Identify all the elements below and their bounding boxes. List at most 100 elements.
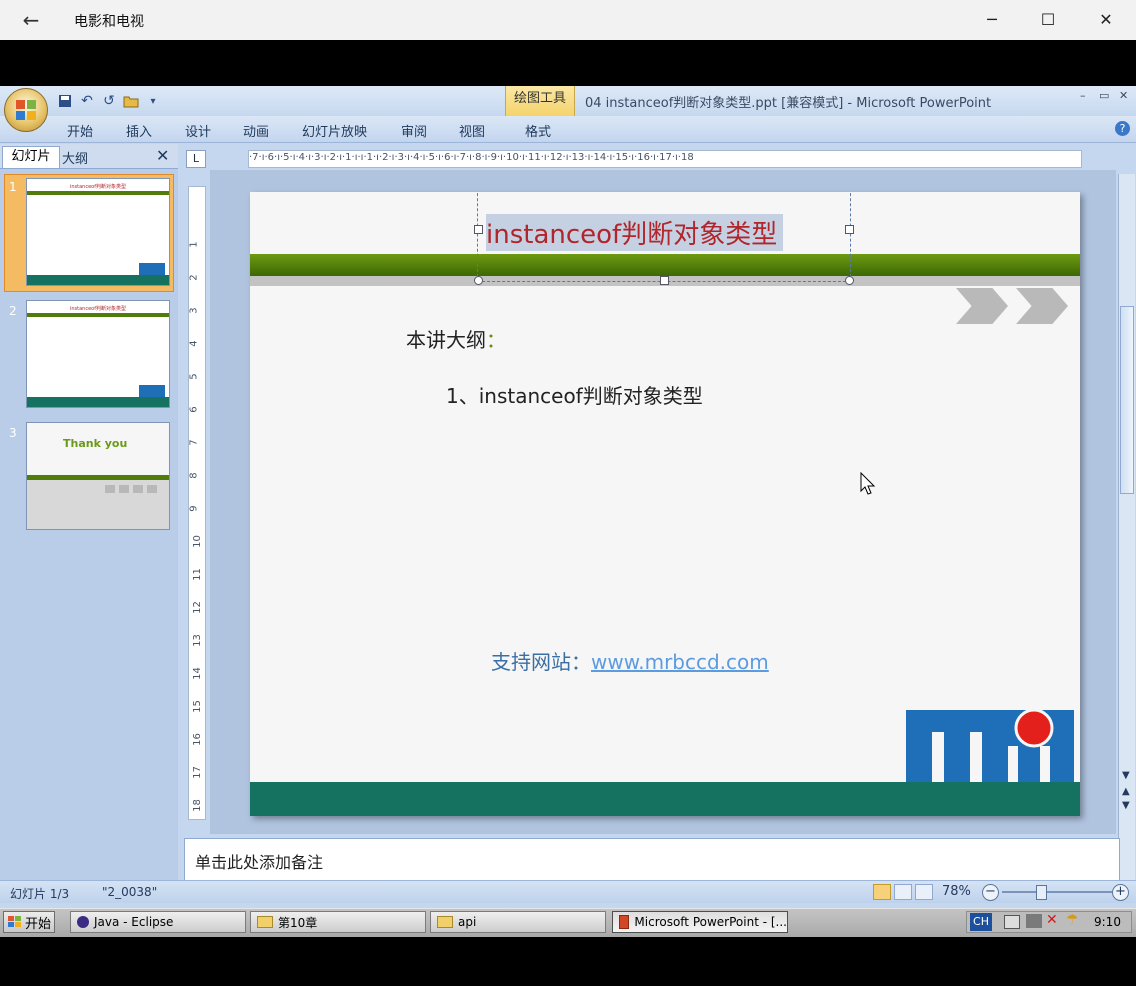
undo-icon[interactable]: ↶ — [78, 92, 96, 110]
security-alert-icon[interactable]: ✕ — [1046, 912, 1058, 928]
taskbar-item-api[interactable]: api — [430, 911, 606, 933]
tab-stop-selector[interactable]: L — [186, 150, 206, 168]
input-method-indicator[interactable]: CH — [970, 913, 992, 931]
tab-outline[interactable]: 大纲 — [62, 148, 88, 167]
start-button[interactable]: 开始 — [3, 911, 55, 933]
taskbar-item-label: api — [458, 915, 477, 929]
quick-access-toolbar: ↶ ↺ ▾ — [56, 91, 162, 111]
vertical-ruler-number: 8 — [188, 472, 200, 479]
resize-handle[interactable] — [474, 276, 483, 285]
slide-thumbnail-3[interactable]: Thank you — [26, 422, 170, 530]
redo-icon[interactable]: ↺ — [100, 92, 118, 110]
tab-animation[interactable]: 动画 — [243, 121, 269, 140]
zoom-level[interactable]: 78% — [942, 884, 971, 899]
maximize-icon[interactable]: ☐ — [1020, 0, 1076, 40]
thumbnail-chevrons — [105, 485, 161, 493]
thumbnail-number: 3 — [9, 426, 17, 440]
customize-qat-icon[interactable]: ▾ — [144, 92, 162, 110]
document-title: 04 instanceof判断对象类型.ppt [兼容模式] - Microso… — [585, 96, 992, 111]
slide-sorter-view-icon[interactable] — [894, 884, 912, 900]
vertical-ruler-number: 11 — [191, 568, 203, 581]
eclipse-icon — [77, 916, 89, 928]
network-icon[interactable] — [1026, 914, 1042, 928]
title-selection-box[interactable] — [474, 192, 854, 285]
vertical-ruler-number: 13 — [191, 634, 203, 647]
ribbon-close-icon[interactable]: ✕ — [1119, 89, 1128, 102]
close-pane-icon[interactable]: ✕ — [156, 146, 169, 165]
chevron-decoration — [956, 288, 1008, 324]
vertical-ruler-number: 12 — [191, 601, 203, 614]
taskbar-item-label: Java - Eclipse — [94, 915, 174, 929]
tab-home[interactable]: 开始 — [67, 121, 93, 140]
next-slide-icon[interactable]: ▼ — [1122, 800, 1130, 811]
slide-canvas[interactable]: instanceof判断对象类型 本讲大纲： 1、instanceof判断对象类… — [250, 192, 1080, 816]
vertical-ruler-number: 14 — [191, 667, 203, 680]
zoom-slider-thumb[interactable] — [1036, 885, 1047, 900]
outline-item[interactable]: 1、instanceof判断对象类型 — [446, 380, 703, 409]
vertical-ruler-number: 16 — [191, 733, 203, 746]
thumbnail-greenbar — [27, 313, 169, 317]
slideshow-view-icon[interactable] — [915, 884, 933, 900]
keyboard-icon[interactable] — [1004, 915, 1020, 929]
resize-handle[interactable] — [474, 225, 483, 234]
vertical-ruler-number: 2 — [188, 274, 200, 281]
taskbar-item-chapter10[interactable]: 第10章 — [250, 911, 426, 933]
tab-view[interactable]: 视图 — [459, 121, 485, 140]
scrollbar-thumb[interactable] — [1120, 306, 1134, 494]
vertical-ruler-number: 7 — [188, 439, 200, 446]
close-icon[interactable]: ✕ — [1078, 0, 1134, 40]
zoom-in-icon[interactable]: + — [1112, 884, 1129, 901]
tab-insert[interactable]: 插入 — [126, 121, 152, 140]
help-icon[interactable]: ? — [1115, 121, 1130, 136]
outline-heading[interactable]: 本讲大纲： — [406, 324, 506, 353]
thumbnail-bottombar — [27, 397, 169, 407]
normal-view-icon[interactable] — [873, 884, 891, 900]
ribbon-restore-icon[interactable]: ▭ — [1099, 89, 1109, 102]
vertical-ruler-number: 6 — [188, 406, 200, 413]
back-arrow-icon[interactable]: ← — [14, 6, 48, 34]
notes-pane[interactable]: 单击此处添加备注 — [184, 838, 1120, 882]
thumbnail-logo — [139, 263, 165, 275]
tab-format[interactable]: 格式 — [525, 121, 551, 140]
status-bar: 幻灯片 1/3 "2_0038" 78% − + — [0, 880, 1136, 903]
tab-slideshow[interactable]: 幻灯片放映 — [302, 121, 367, 140]
thumbnail-greenbar — [27, 475, 169, 480]
resize-handle[interactable] — [845, 276, 854, 285]
minimize-icon[interactable]: ─ — [964, 0, 1020, 40]
tab-design[interactable]: 设计 — [185, 121, 211, 140]
tab-slides[interactable]: 幻灯片 — [2, 146, 60, 168]
mr-logo-icon — [906, 708, 1074, 782]
horizontal-ruler[interactable]: ·7·ı·6·ı·5·ı·4·ı·3·ı·2·ı·1·ı·ı·1·ı·2·ı·3… — [248, 150, 1082, 168]
open-folder-icon[interactable] — [122, 92, 140, 110]
resize-handle[interactable] — [845, 225, 854, 234]
taskbar-item-label: 第10章 — [278, 915, 318, 930]
update-icon[interactable]: ☂ — [1066, 912, 1079, 928]
taskbar-item-eclipse[interactable]: Java - Eclipse — [70, 911, 246, 933]
ribbon-minimize-icon[interactable]: – — [1080, 89, 1086, 102]
office-button[interactable] — [4, 88, 48, 132]
theme-name: "2_0038" — [102, 885, 158, 899]
folder-icon — [437, 916, 453, 928]
tab-review[interactable]: 审阅 — [401, 121, 427, 140]
thumbnail-bottombar — [27, 275, 169, 285]
resize-handle[interactable] — [660, 276, 669, 285]
ppt-titlebar: ↶ ↺ ▾ 绘图工具 04 instanceof判断对象类型.ppt [兼容模式… — [0, 86, 1136, 116]
thumbnail-logo — [139, 385, 165, 397]
save-icon[interactable] — [56, 92, 74, 110]
zoom-out-icon[interactable]: − — [982, 884, 999, 901]
thumbnail-title: instanceof判断对象类型 — [69, 306, 126, 312]
slide-counter: 幻灯片 1/3 — [10, 887, 70, 901]
vertical-ruler-number: 18 — [191, 799, 203, 812]
scroll-down-arrow-icon[interactable]: ▼ — [1122, 770, 1130, 781]
slide-thumbnail-2[interactable]: instanceof判断对象类型 — [26, 300, 170, 408]
taskbar-item-powerpoint[interactable]: Microsoft PowerPoint - [... — [612, 911, 788, 933]
vertical-ruler-number: 1 — [188, 241, 200, 248]
vertical-ruler[interactable]: 1 2 3 4 5 6 7 8 9 10 11 12 13 14 15 16 17 18 — [188, 186, 206, 820]
slide-thumbnail-1[interactable]: instanceof判断对象类型 — [26, 178, 170, 286]
previous-slide-icon[interactable]: ▲ — [1122, 786, 1130, 797]
support-site-link[interactable]: www.mrbccd.com — [591, 650, 769, 674]
zoom-slider-track[interactable] — [1002, 891, 1112, 893]
windows-logo-icon — [8, 916, 21, 927]
powerpoint-window: ↶ ↺ ▾ 绘图工具 04 instanceof判断对象类型.ppt [兼容模式… — [0, 86, 1136, 908]
horizontal-ruler-ticks: ·7·ı·6·ı·5·ı·4·ı·3·ı·2·ı·1·ı·ı·1·ı·2·ı·3… — [249, 152, 694, 163]
